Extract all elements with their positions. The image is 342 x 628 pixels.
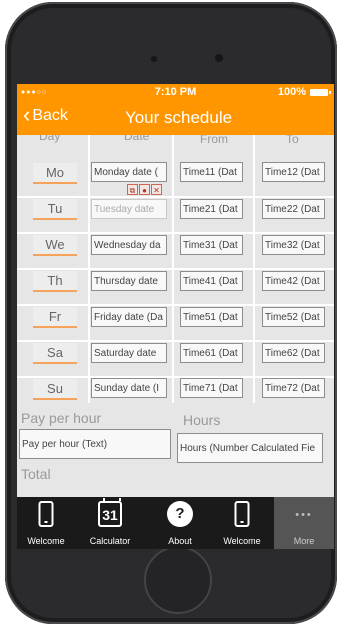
pay-per-hour-field[interactable]: Pay per hour (Text) [19,429,171,459]
date-field-wednesday[interactable]: Wednesday da [91,235,167,255]
tab-label: Welcome [223,536,261,546]
battery-percent: 100% [277,86,306,98]
header-date: Date [124,135,150,143]
to-field-monday[interactable]: Time12 (Dat [262,162,325,182]
row-divider [17,196,334,198]
record-icon[interactable]: ● [139,184,150,195]
tab-label: About [168,536,192,546]
date-field-thursday[interactable]: Thursday date [91,271,167,291]
day-button-tu[interactable]: Tu [33,199,77,220]
pay-section: Pay per hour Hours Pay per hour (Text) H… [17,403,334,497]
status-bar: ●●●○○ 7:10 PM 100% [17,84,334,101]
day-button-su[interactable]: Su [33,379,77,400]
more-icon: ••• [295,509,313,521]
date-field-friday[interactable]: Friday date (Da [91,307,167,327]
phone-icon [234,501,250,527]
header-to: To [286,135,299,146]
from-field-thursday[interactable]: Time41 (Dat [180,271,243,291]
from-field-wednesday[interactable]: Time31 (Dat [180,235,243,255]
tab-more[interactable]: ••• More [274,497,334,549]
day-button-th[interactable]: Th [33,271,77,292]
day-button-fr[interactable]: Fr [33,307,77,328]
phone-icon [38,501,54,527]
schedule-table: Day Date From To Mo Monday date ( Time11… [17,135,334,403]
from-field-saturday[interactable]: Time61 (Dat [180,343,243,363]
date-field-sunday[interactable]: Sunday date (I [91,378,167,398]
total-label: Total [21,466,51,482]
hours-label: Hours [183,412,221,428]
tab-about[interactable]: ? About [152,497,208,549]
tab-label: Calculator [89,536,131,546]
home-button[interactable] [144,546,212,614]
help-icon: ? [167,501,193,527]
to-field-thursday[interactable]: Time42 (Dat [262,271,325,291]
battery-icon [310,89,331,96]
date-field-monday[interactable]: Monday date ( [91,162,167,182]
tab-bar: Welcome 31 Calculator ? About Welcome ••… [17,497,334,549]
date-field-saturday[interactable]: Saturday date [91,343,167,363]
screen: ●●●○○ 7:10 PM 100% ‹ Back Your schedule … [17,84,334,549]
from-field-monday[interactable]: Time11 (Dat [180,162,243,182]
row-divider [17,340,334,342]
row-divider [17,304,334,306]
copy-icon[interactable]: ⧉ [127,184,138,195]
camera [215,54,223,62]
from-field-friday[interactable]: Time51 (Dat [180,307,243,327]
to-field-sunday[interactable]: Time72 (Dat [262,378,325,398]
day-button-we[interactable]: We [33,235,77,256]
day-button-mo[interactable]: Mo [33,163,77,184]
field-edit-tools: ⧉ ● ✕ [127,184,162,195]
page-title: Your schedule [124,108,233,127]
to-field-wednesday[interactable]: Time32 (Dat [262,235,325,255]
calendar-icon: 31 [98,498,122,527]
speaker [151,56,157,62]
header-day: Day [39,135,61,143]
row-divider [17,268,334,270]
row-divider [17,232,334,234]
day-button-sa[interactable]: Sa [33,343,77,364]
nav-bar: ‹ Back Your schedule [17,101,334,135]
tab-calculator[interactable]: 31 Calculator [82,497,138,549]
hours-field[interactable]: Hours (Number Calculated Fie [177,433,323,463]
tab-welcome-2[interactable]: Welcome [214,497,270,549]
header-from: From [200,135,228,146]
pay-per-hour-label: Pay per hour [21,410,102,426]
to-field-saturday[interactable]: Time62 (Dat [262,343,325,363]
tab-welcome[interactable]: Welcome [18,497,74,549]
date-field-tuesday[interactable]: Tuesday date [91,199,167,219]
tab-label: More [293,536,315,546]
to-field-friday[interactable]: Time52 (Dat [262,307,325,327]
close-icon[interactable]: ✕ [151,184,162,195]
from-field-tuesday[interactable]: Time21 (Dat [180,199,243,219]
tab-label: Welcome [27,536,65,546]
from-field-sunday[interactable]: Time71 (Dat [180,378,243,398]
to-field-tuesday[interactable]: Time22 (Dat [262,199,325,219]
